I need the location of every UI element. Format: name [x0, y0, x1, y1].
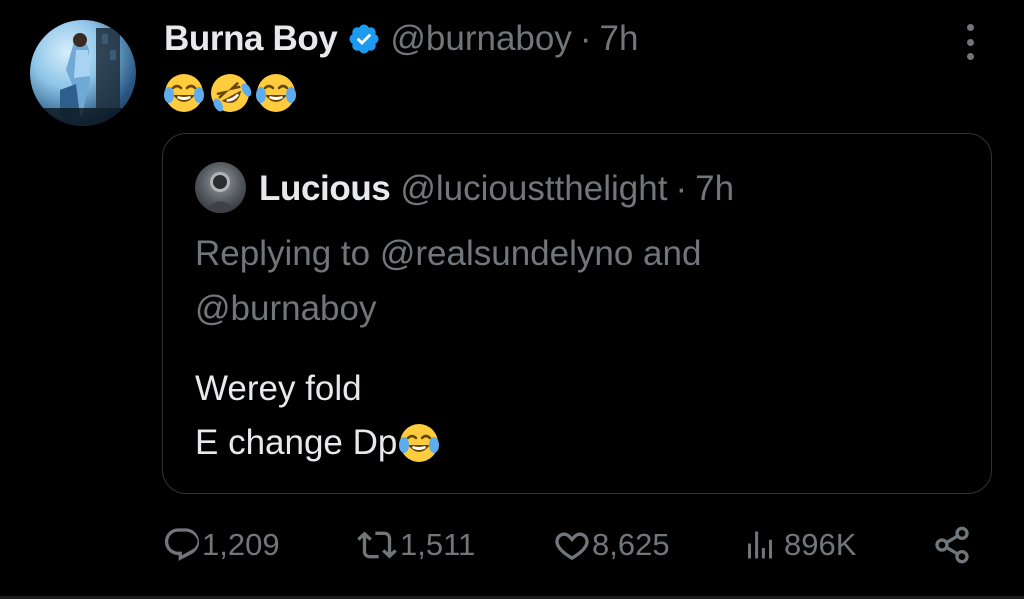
quoted-text-line: Werey fold — [195, 362, 441, 416]
joy-emoji-icon — [164, 74, 204, 112]
quoted-time[interactable]: 7h — [695, 169, 734, 209]
like-count: 8,625 — [592, 527, 670, 562]
separator-dot: · — [579, 19, 592, 58]
verified-badge-icon — [347, 22, 381, 56]
joy-emoji-icon — [399, 424, 440, 462]
views-count: 896K — [784, 527, 857, 562]
author-handle[interactable]: @burnaboy — [390, 19, 571, 59]
separator-dot: · — [675, 169, 688, 208]
reply-count: 1,209 — [202, 527, 280, 562]
replying-to: Replying to @realsundelyno and @burnaboy — [195, 226, 955, 336]
quoted-header: Lucious @lucioustthelight · 7h — [259, 167, 734, 211]
repost-icon — [357, 531, 397, 559]
quoted-text-line-2: E change Dp — [195, 423, 398, 462]
reply-mention[interactable]: @burnaboy — [195, 289, 376, 328]
reply-mention[interactable]: @realsundelyno — [380, 234, 633, 273]
share-button[interactable] — [932, 522, 972, 568]
like-button[interactable]: 8,625 — [552, 522, 670, 568]
views-button[interactable]: 896K — [742, 522, 856, 568]
reply-and: and — [643, 234, 702, 273]
share-icon — [935, 526, 969, 564]
quoted-text-line-1: Werey fold — [195, 369, 362, 408]
quoted-text: Werey fold E change Dp — [195, 362, 441, 470]
tweet-time[interactable]: 7h — [600, 19, 639, 59]
author-avatar[interactable] — [30, 20, 136, 126]
views-icon — [748, 531, 772, 559]
heart-icon — [555, 532, 589, 560]
repost-button[interactable]: 1,511 — [354, 522, 475, 568]
action-bar: 1,209 1,511 8,625 896K — [162, 522, 982, 568]
tweet-text — [162, 70, 298, 116]
reply-button[interactable]: 1,209 — [162, 522, 280, 568]
quoted-text-line: E change Dp — [195, 416, 441, 470]
quoted-author-handle[interactable]: @lucioustthelight — [400, 169, 667, 209]
quoted-author-avatar[interactable] — [195, 162, 246, 213]
reply-prefix: Replying to — [195, 234, 371, 273]
quoted-tweet[interactable]: Lucious @lucioustthelight · 7h Replying … — [162, 133, 992, 494]
joy-emoji-icon — [256, 74, 296, 112]
more-options-icon[interactable] — [957, 24, 983, 60]
repost-count: 1,511 — [400, 527, 476, 562]
reply-icon — [164, 528, 200, 561]
rofl-emoji-icon — [211, 74, 252, 112]
tweet-header: Burna Boy @burnaboy · 7h — [164, 17, 638, 61]
author-name[interactable]: Burna Boy — [164, 19, 338, 59]
quoted-author-name[interactable]: Lucious — [259, 169, 391, 209]
